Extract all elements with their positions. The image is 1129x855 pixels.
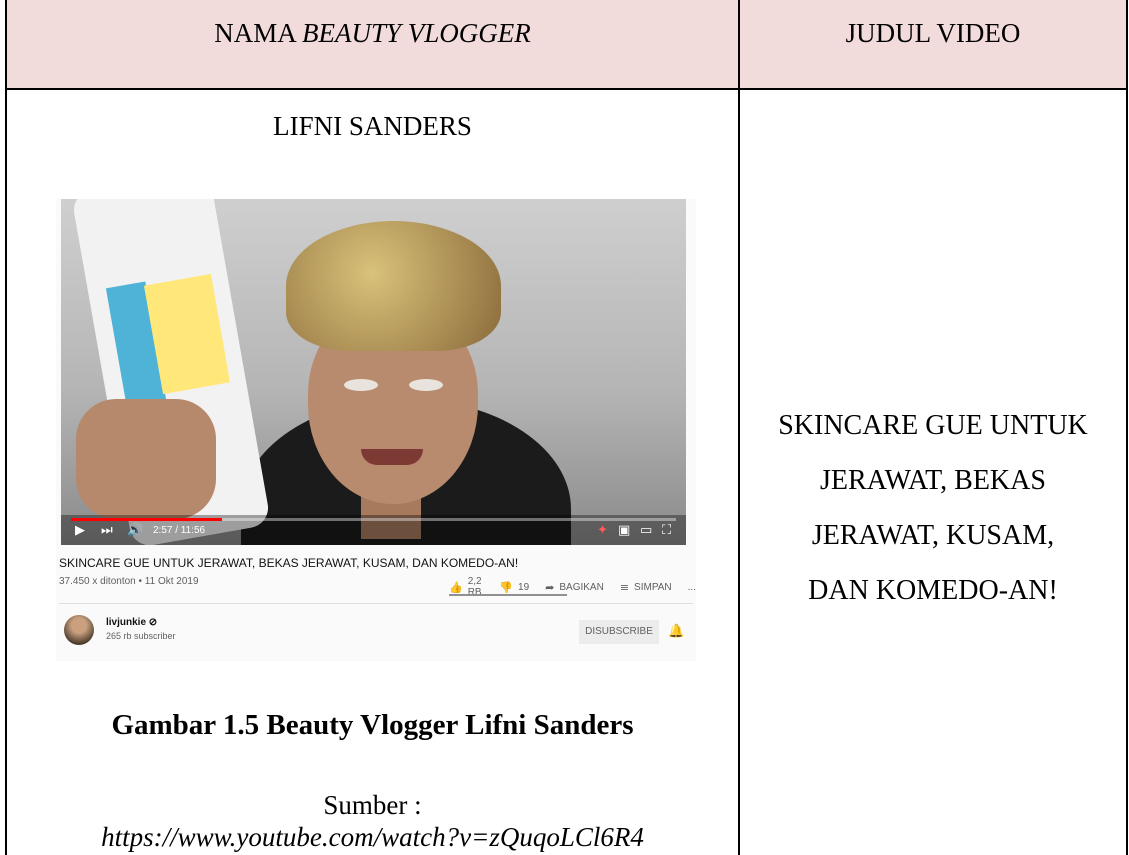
vlogger-name: LIFNI SANDERS <box>273 111 472 141</box>
dislike-button[interactable]: 👎 19 <box>499 581 529 594</box>
bell-icon[interactable]: 🔔 <box>668 624 684 639</box>
autoplay-icon[interactable]: ✦ <box>597 524 608 537</box>
header-name-italic: BEAUTY VLOGGER <box>302 18 531 48</box>
more-button[interactable]: ... <box>688 582 696 593</box>
divider <box>59 603 693 604</box>
volume-icon[interactable]: 🔊 <box>127 524 143 537</box>
source-label: Sumber : <box>323 790 422 820</box>
thumbs-up-icon: 👍 <box>449 580 463 594</box>
youtube-screenshot: ▶ ⏭ 🔊 2:57 / 11:56 ✦ ▣ ▭ ⛶ SKINCARE GUE … <box>56 199 696 661</box>
video-frame-mouth <box>361 449 423 465</box>
video-title: SKINCARE GUE UNTUK JERAWAT, BEKAS JERAWA… <box>59 556 519 570</box>
video-meta: 37.450 x ditonton • 11 Okt 2019 <box>59 576 199 587</box>
play-icon[interactable]: ▶ <box>75 524 85 537</box>
save-button[interactable]: ≡ SIMPAN <box>620 581 672 594</box>
dislike-count: 19 <box>518 581 530 593</box>
table-border-right <box>1126 0 1128 855</box>
figure-caption: Gambar 1.5 Beauty Vlogger Lifni Sanders <box>111 709 634 741</box>
header-cell-name: NAMA BEAUTY VLOGGER <box>7 0 738 88</box>
header-name-text: NAMA BEAUTY VLOGGER <box>7 18 738 49</box>
header-name-prefix: NAMA <box>214 18 302 48</box>
next-icon[interactable]: ⏭ <box>101 524 113 537</box>
header-title-text: JUDUL VIDEO <box>845 18 1021 48</box>
video-title-cell: SKINCARE GUE UNTUK JERAWAT, BEKAS JERAWA… <box>740 398 1126 618</box>
playlist-add-icon: ≡ <box>619 580 630 594</box>
video-frame-eye <box>344 379 378 391</box>
time-display: 2:57 / 11:56 <box>153 525 206 536</box>
like-ratio-bar <box>449 594 567 596</box>
subscribe-button[interactable]: DISUBSCRIBE <box>579 620 659 644</box>
thumbs-down-icon: 👎 <box>499 580 514 594</box>
video-frame-eye <box>409 379 443 391</box>
video-frame-hair <box>286 221 501 351</box>
video-title-line: DAN KOMEDO-AN! <box>808 575 1058 606</box>
fullscreen-icon[interactable]: ⛶ <box>662 524 671 537</box>
video-frame-hand <box>76 399 216 519</box>
share-label: BAGIKAN <box>559 581 604 593</box>
comparison-table: NAMA BEAUTY VLOGGER JUDUL VIDEO LIFNI SA… <box>0 0 1129 855</box>
miniplayer-icon[interactable]: ▣ <box>618 524 630 537</box>
channel-name[interactable]: livjunkie ⊘ <box>106 617 157 628</box>
video-title-line: JERAWAT, BEKAS <box>820 465 1046 496</box>
video-title-line: JERAWAT, KUSAM, <box>811 520 1055 551</box>
video-title-line: SKINCARE GUE UNTUK <box>778 410 1088 441</box>
save-label: SIMPAN <box>634 581 672 593</box>
video-player: ▶ ⏭ 🔊 2:57 / 11:56 ✦ ▣ ▭ ⛶ <box>61 199 686 545</box>
progress-fill <box>71 518 223 521</box>
progress-bar[interactable] <box>71 518 676 521</box>
subscriber-count: 265 rb subscriber <box>106 631 176 641</box>
theater-icon[interactable]: ▭ <box>640 524 652 537</box>
header-cell-title: JUDUL VIDEO <box>740 0 1126 88</box>
table-header-divider <box>5 88 1128 90</box>
share-button[interactable]: ➦ BAGIKAN <box>545 581 604 594</box>
share-icon: ➦ <box>545 580 555 594</box>
source-url: https://www.youtube.com/watch?v=zQuqoLCl… <box>101 822 644 852</box>
player-control-bar: ▶ ⏭ 🔊 2:57 / 11:56 ✦ ▣ ▭ ⛶ <box>61 515 686 545</box>
avatar[interactable] <box>64 615 94 645</box>
